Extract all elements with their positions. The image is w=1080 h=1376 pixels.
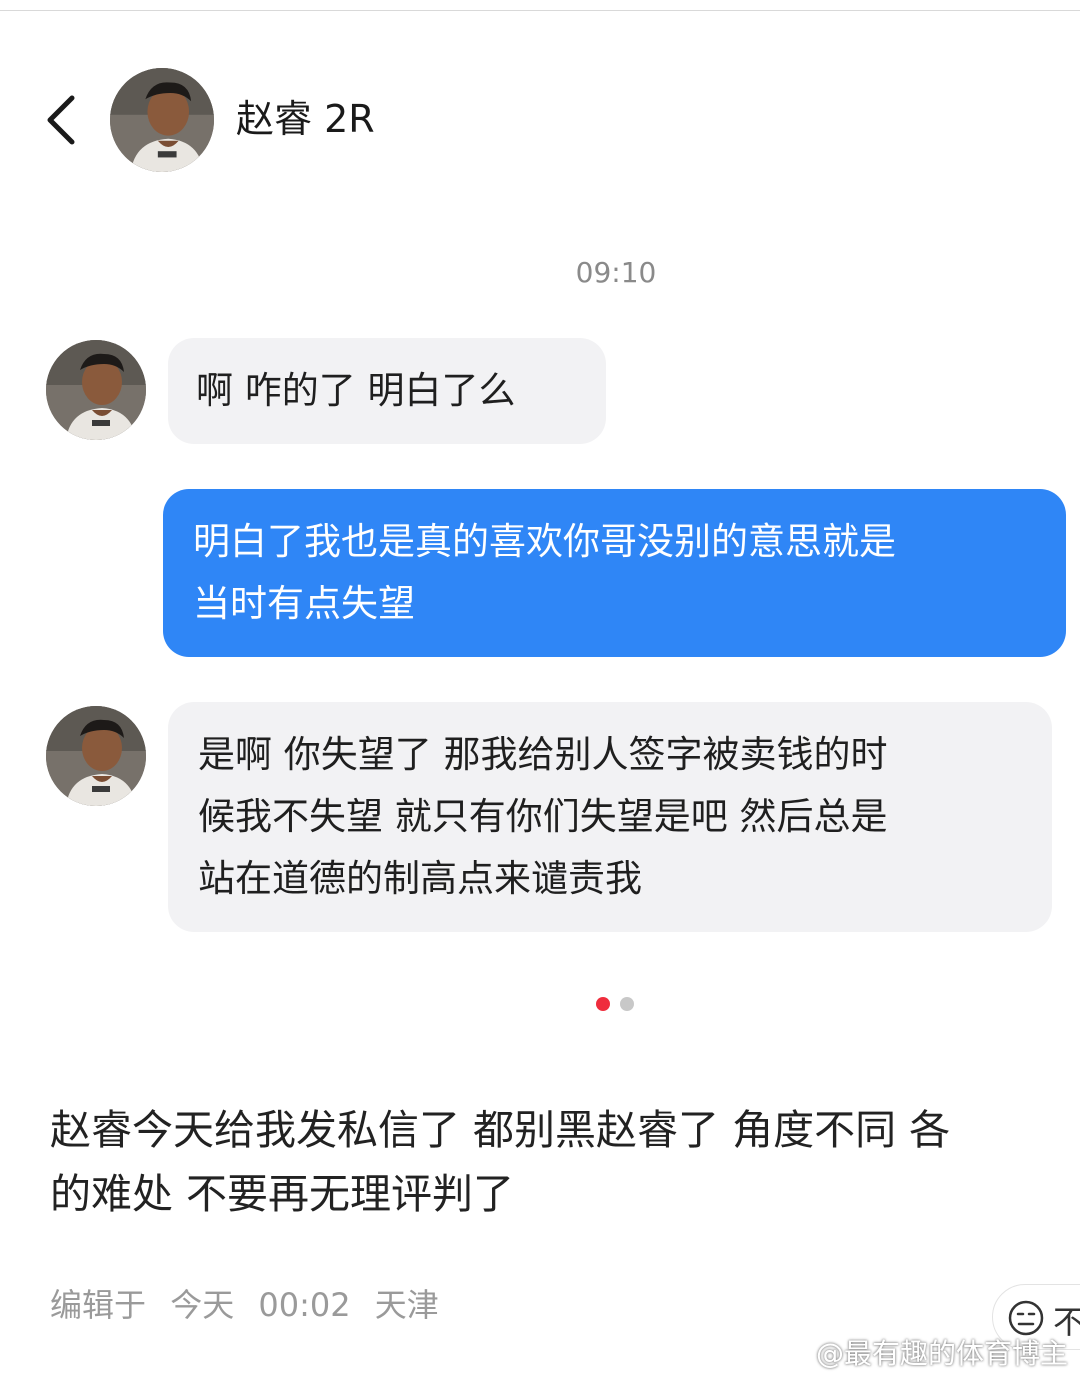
post-line: 赵睿今天给我发私信了 都别黑赵睿了 角度不同 各	[50, 1106, 951, 1154]
message-line: 当时有点失望	[193, 582, 415, 625]
chat-timestamp: 09:10	[575, 256, 657, 289]
post-line: 的难处 不要再无理评判了	[50, 1170, 515, 1218]
avatar-image	[110, 68, 214, 172]
watermark: @最有趣的体育博主	[770, 1332, 1068, 1372]
edit-time: 00:02	[258, 1286, 351, 1324]
outgoing-message-bubble[interactable]: 明白了我也是真的喜欢你哥没别的意思就是 当时有点失望	[163, 489, 1066, 657]
post-body: 赵睿今天给我发私信了 都别黑赵睿了 角度不同 各 的难处 不要再无理评判了	[50, 1098, 1080, 1226]
pager-dot-active[interactable]	[596, 997, 610, 1011]
sender-avatar[interactable]	[46, 340, 146, 440]
edit-label: 编辑于	[50, 1286, 147, 1324]
watermark-text: @最有趣的体育博主	[816, 1337, 1069, 1370]
avatar-image	[46, 706, 146, 806]
top-divider	[0, 10, 1080, 11]
message-text: 啊 咋的了 明白了么	[196, 369, 516, 412]
pager-dot[interactable]	[620, 997, 634, 1011]
message-line: 候我不失望 就只有你们失望是吧 然后总是	[198, 795, 888, 838]
chat-header: 赵睿 2R	[0, 60, 1080, 180]
message-line: 站在道德的制高点来谴责我	[198, 857, 642, 900]
avatar-image	[46, 340, 146, 440]
incoming-message-bubble[interactable]: 啊 咋的了 明白了么	[168, 338, 606, 444]
contact-avatar[interactable]	[110, 68, 214, 172]
incoming-message-bubble[interactable]: 是啊 你失望了 那我给别人签字被卖钱的时 候我不失望 就只有你们失望是吧 然后总…	[168, 702, 1052, 932]
chevron-left-icon	[47, 95, 75, 145]
sender-avatar[interactable]	[46, 706, 146, 806]
edit-info: 编辑于 今天 00:02 天津	[50, 1280, 453, 1326]
weibo-logo-icon	[771, 1341, 807, 1367]
edit-day: 今天	[170, 1286, 235, 1324]
message-line: 明白了我也是真的喜欢你哥没别的意思就是	[193, 520, 896, 563]
contact-name: 赵睿 2R	[236, 97, 375, 141]
edit-location: 天津	[374, 1286, 439, 1324]
message-line: 是啊 你失望了 那我给别人签字被卖钱的时	[198, 733, 888, 776]
back-button[interactable]	[38, 90, 88, 150]
